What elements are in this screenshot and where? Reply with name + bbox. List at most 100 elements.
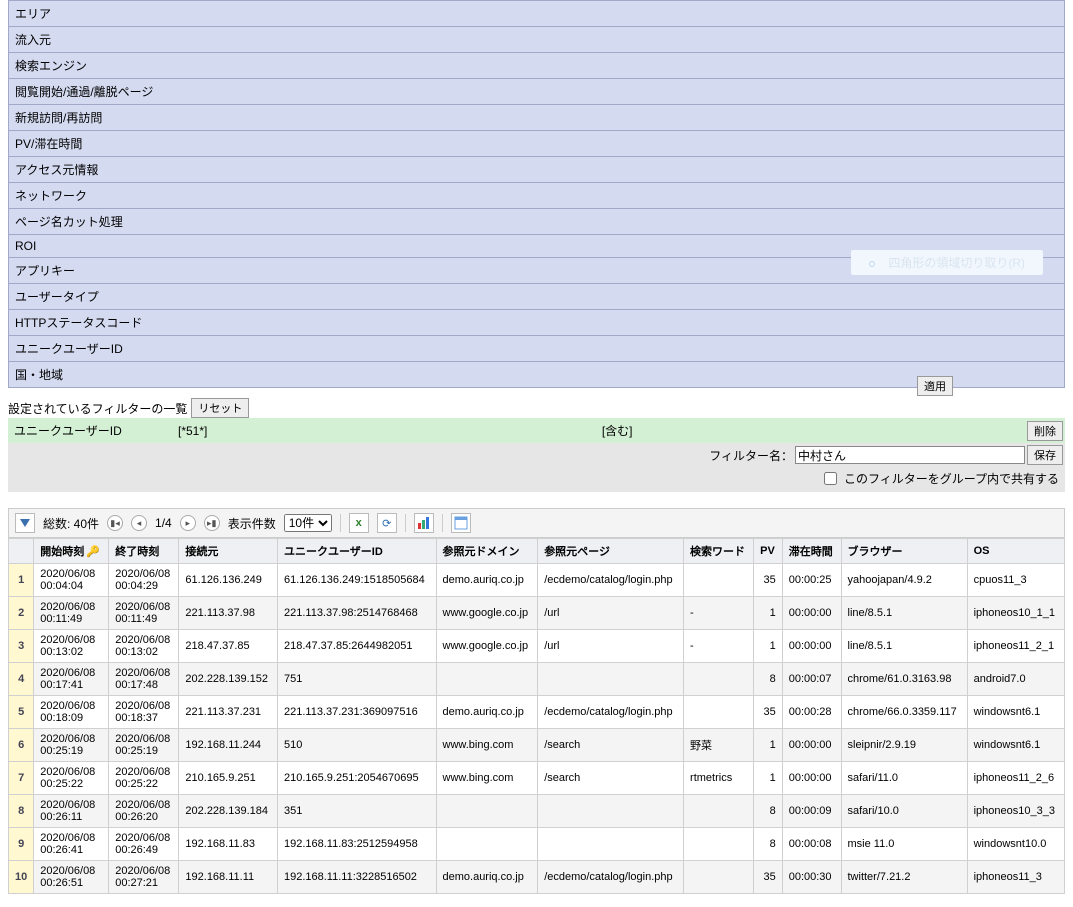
col-header-9[interactable]: ブラウザー <box>841 539 967 564</box>
reset-button[interactable]: リセット <box>191 398 249 418</box>
filter-category-0[interactable]: エリア <box>8 0 1065 27</box>
cell-pv: 8 <box>754 663 783 696</box>
next-page-button[interactable]: ▸ <box>180 515 196 531</box>
sort-key-icon: 🔑 <box>86 546 100 558</box>
dropdown-toggle[interactable] <box>15 513 35 533</box>
filter-category-1[interactable]: 流入元 <box>8 27 1065 53</box>
cell-uid: 221.113.37.231:369097516 <box>277 696 436 729</box>
table-row[interactable]: 52020/06/0800:18:092020/06/0800:18:37221… <box>9 696 1065 729</box>
cell-refd: www.google.co.jp <box>436 597 538 630</box>
cell-os: iphoneos11_2_1 <box>967 630 1064 663</box>
cell-br: msie 11.0 <box>841 828 967 861</box>
filter-category-12[interactable]: HTTPステータスコード <box>8 310 1065 336</box>
col-header-2[interactable]: 接続元 <box>179 539 278 564</box>
active-filter-mode: [含む] <box>207 422 1027 439</box>
table-row[interactable]: 42020/06/0800:17:412020/06/0800:17:48202… <box>9 663 1065 696</box>
filter-category-6[interactable]: アクセス元情報 <box>8 157 1065 183</box>
col-header-10[interactable]: OS <box>967 539 1064 564</box>
cell-pv: 8 <box>754 795 783 828</box>
cell-kw <box>684 696 754 729</box>
save-button[interactable]: 保存 <box>1027 445 1063 465</box>
filter-name-input[interactable] <box>795 446 1025 464</box>
share-checkbox[interactable] <box>824 472 837 485</box>
filter-category-8[interactable]: ページ名カット処理 <box>8 209 1065 235</box>
cell-pv: 1 <box>754 762 783 795</box>
col-header-3[interactable]: ユニークユーザーID <box>277 539 436 564</box>
col-header-4[interactable]: 参照元ドメイン <box>436 539 538 564</box>
filter-category-3[interactable]: 閲覧開始/通過/離脱ページ <box>8 79 1065 105</box>
filter-category-9[interactable]: ROI <box>8 235 1065 258</box>
triangle-down-icon <box>20 519 30 527</box>
filter-list-title: 設定されているフィルターの一覧 <box>8 400 187 417</box>
cell-os: android7.0 <box>967 663 1064 696</box>
col-header-1[interactable]: 終了時刻 <box>109 539 179 564</box>
cell-kw: rtmetrics <box>684 762 754 795</box>
cell-br: safari/10.0 <box>841 795 967 828</box>
cell-pv: 35 <box>754 861 783 894</box>
total-count: 総数: 40件 <box>43 515 99 532</box>
share-row: このフィルターをグループ内で共有する <box>8 467 1065 492</box>
filter-category-5[interactable]: PV/滞在時間 <box>8 131 1065 157</box>
table-row[interactable]: 32020/06/0800:13:022020/06/0800:13:02218… <box>9 630 1065 663</box>
cell-end: 2020/06/0800:27:21 <box>109 861 179 894</box>
cell-br: twitter/7.21.2 <box>841 861 967 894</box>
cell-end: 2020/06/0800:18:37 <box>109 696 179 729</box>
export-excel-button[interactable]: x <box>349 513 369 533</box>
cell-kw <box>684 861 754 894</box>
col-header-5[interactable]: 参照元ページ <box>538 539 684 564</box>
filter-category-10[interactable]: アプリキー <box>8 258 1065 284</box>
cell-dur: 00:00:08 <box>782 828 841 861</box>
apply-button[interactable]: 適用 <box>917 376 953 396</box>
table-row[interactable]: 102020/06/0800:26:512020/06/0800:27:2119… <box>9 861 1065 894</box>
cell-uid: 351 <box>277 795 436 828</box>
cell-start: 2020/06/0800:26:11 <box>34 795 109 828</box>
first-page-button[interactable]: ▮◂ <box>107 515 123 531</box>
cell-start: 2020/06/0800:13:02 <box>34 630 109 663</box>
row-number: 2 <box>9 597 34 630</box>
filter-list-heading: 設定されているフィルターの一覧 リセット 適用 <box>8 398 1065 418</box>
table-row[interactable]: 22020/06/0800:11:492020/06/0800:11:49221… <box>9 597 1065 630</box>
cell-pv: 8 <box>754 828 783 861</box>
cell-refp: /ecdemo/catalog/login.php <box>538 564 684 597</box>
cell-br: safari/11.0 <box>841 762 967 795</box>
cell-refd <box>436 795 538 828</box>
cell-uid: 61.126.136.249:1518505684 <box>277 564 436 597</box>
perpage-select[interactable]: 10件 <box>284 514 332 532</box>
cell-br: chrome/66.0.3359.117 <box>841 696 967 729</box>
row-number: 1 <box>9 564 34 597</box>
share-label: このフィルターをグループ内で共有する <box>844 470 1059 487</box>
cell-refd: www.bing.com <box>436 762 538 795</box>
bar-chart-icon <box>417 516 431 530</box>
cell-kw: 野菜 <box>684 729 754 762</box>
refresh-button[interactable]: ⟳ <box>377 513 397 533</box>
col-header-7[interactable]: PV <box>754 539 783 564</box>
col-header-0[interactable]: 開始時刻🔑 <box>34 539 109 564</box>
table-row[interactable]: 92020/06/0800:26:412020/06/0800:26:49192… <box>9 828 1065 861</box>
cell-dur: 00:00:30 <box>782 861 841 894</box>
filter-category-2[interactable]: 検索エンジン <box>8 53 1065 79</box>
filter-category-13[interactable]: ユニークユーザーID <box>8 336 1065 362</box>
last-page-button[interactable]: ▸▮ <box>204 515 220 531</box>
filter-category-4[interactable]: 新規訪問/再訪問 <box>8 105 1065 131</box>
cell-os: iphoneos10_3_3 <box>967 795 1064 828</box>
col-header-8[interactable]: 滞在時間 <box>782 539 841 564</box>
col-header-6[interactable]: 検索ワード <box>684 539 754 564</box>
delete-filter-button[interactable]: 削除 <box>1027 421 1063 441</box>
cell-refd <box>436 663 538 696</box>
filter-category-7[interactable]: ネットワーク <box>8 183 1065 209</box>
table-row[interactable]: 82020/06/0800:26:112020/06/0800:26:20202… <box>9 795 1065 828</box>
cell-end: 2020/06/0800:26:20 <box>109 795 179 828</box>
cell-uid: 751 <box>277 663 436 696</box>
row-number: 3 <box>9 630 34 663</box>
table-row[interactable]: 12020/06/0800:04:042020/06/0800:04:2961.… <box>9 564 1065 597</box>
chart-button[interactable] <box>414 513 434 533</box>
cell-kw <box>684 564 754 597</box>
cell-start: 2020/06/0800:26:51 <box>34 861 109 894</box>
filter-category-14[interactable]: 国・地域 <box>8 362 1065 388</box>
cell-refp <box>538 795 684 828</box>
prev-page-button[interactable]: ◂ <box>131 515 147 531</box>
filter-category-11[interactable]: ユーザータイプ <box>8 284 1065 310</box>
settings-button[interactable] <box>451 513 471 533</box>
table-row[interactable]: 72020/06/0800:25:222020/06/0800:25:22210… <box>9 762 1065 795</box>
table-row[interactable]: 62020/06/0800:25:192020/06/0800:25:19192… <box>9 729 1065 762</box>
